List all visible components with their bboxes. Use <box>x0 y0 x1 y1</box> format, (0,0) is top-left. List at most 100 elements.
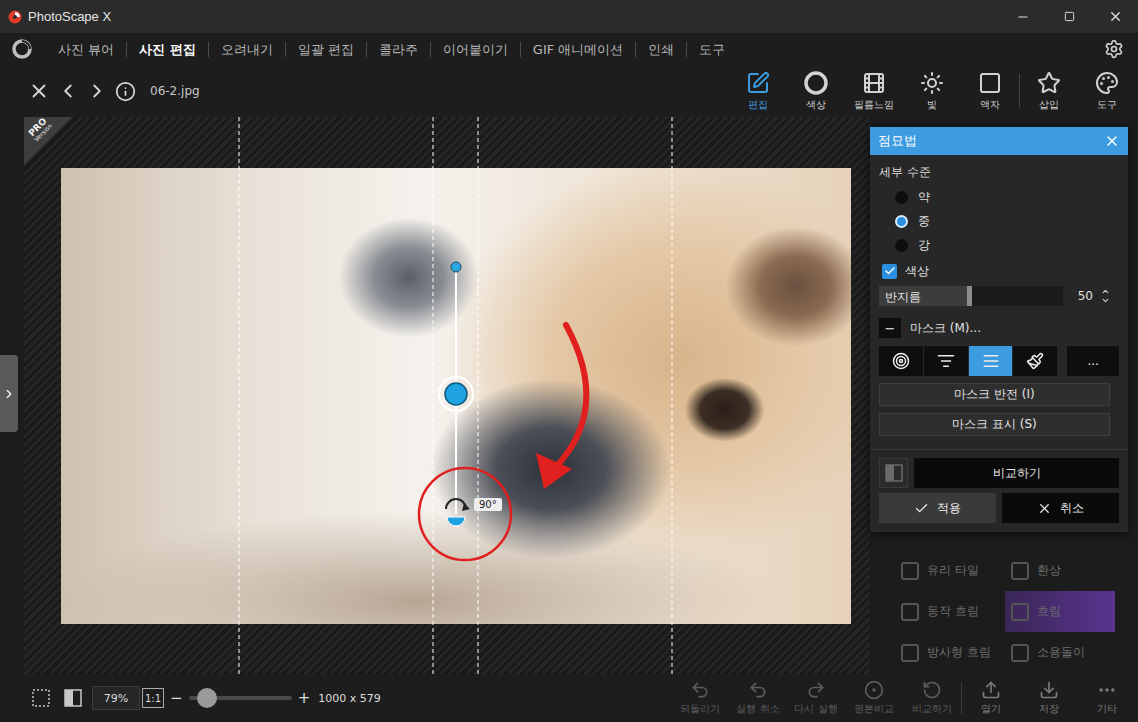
mask-mode-button[interactable] <box>879 346 923 376</box>
maximize-button[interactable] <box>1046 0 1092 33</box>
edit-icon <box>746 71 770 95</box>
band-mask-icon <box>982 352 1000 370</box>
menu-tab[interactable]: GIF 애니메이션 <box>520 42 636 57</box>
canvas-background <box>24 117 870 674</box>
zoom-slider[interactable] <box>189 696 292 700</box>
panel-divider <box>870 449 1128 450</box>
info-button[interactable] <box>111 76 140 106</box>
menu-tab[interactable]: 오려내기 <box>208 42 285 57</box>
photo[interactable] <box>61 168 851 624</box>
selection-icon[interactable] <box>31 688 51 708</box>
panel-close-button[interactable] <box>1104 133 1120 149</box>
maximize-icon <box>1064 11 1075 22</box>
radio-option[interactable]: 중 <box>879 209 1119 233</box>
action-button[interactable]: 다시 실행 <box>787 680 845 716</box>
zoom-field[interactable]: 79% <box>92 686 140 710</box>
compare-row: 비교하기 <box>879 458 1119 488</box>
color-checkbox[interactable]: 색상 <box>879 257 1119 285</box>
selection-button[interactable] <box>28 685 54 711</box>
menu-tab[interactable]: 도구 <box>686 42 737 57</box>
action-button[interactable]: 비교하기 <box>903 680 961 716</box>
guide-line <box>239 117 240 674</box>
rotation-label: 90° <box>474 498 502 511</box>
previous-button[interactable] <box>53 76 82 106</box>
handle-line <box>455 267 457 514</box>
home-logo-icon[interactable] <box>12 39 32 59</box>
compare-button[interactable]: 비교하기 <box>914 458 1119 488</box>
action-button[interactable]: 원본비교 <box>845 680 903 716</box>
tool-button[interactable]: 필름느낌 <box>845 71 903 112</box>
info-icon <box>115 81 136 102</box>
filter-item[interactable]: 방사형 흐림 <box>895 632 1005 673</box>
radio-option[interactable]: 약 <box>879 185 1119 209</box>
split-compare-icon[interactable] <box>63 688 83 708</box>
apply-button[interactable]: 적용 <box>879 493 996 523</box>
value-spinner[interactable] <box>1101 287 1110 305</box>
canvas: 90°PROVersion <box>0 117 870 674</box>
close-photo-button[interactable] <box>24 76 53 106</box>
tool-button[interactable]: 삽입 <box>1020 71 1078 112</box>
annotation-circle <box>419 468 511 560</box>
filter-item[interactable]: 동작 흐림 <box>895 591 1005 632</box>
tool-separator <box>1019 74 1020 108</box>
tool-button[interactable]: 색상 <box>787 71 845 112</box>
radio-option[interactable]: 강 <box>879 233 1119 257</box>
slider-thumb[interactable] <box>967 286 972 306</box>
next-button[interactable] <box>82 76 111 106</box>
zoom-thumb[interactable] <box>197 688 217 708</box>
radius-slider[interactable]: 반지름 <box>879 286 1063 306</box>
mask-mode-button[interactable] <box>1013 346 1057 376</box>
open-icon <box>981 680 1001 700</box>
end-handle[interactable] <box>451 262 461 272</box>
tool-button[interactable]: 액자 <box>961 71 1019 112</box>
action-button[interactable]: 저장 <box>1020 680 1078 716</box>
invert-mask-button[interactable]: 마스크 반전 (I) <box>879 383 1110 406</box>
action-button[interactable]: 열기 <box>962 680 1020 716</box>
mask-mode-button[interactable] <box>924 346 968 376</box>
tool-button[interactable]: 도구 <box>1078 71 1136 112</box>
show-mask-button[interactable]: 마스크 표시 (S) <box>879 413 1110 436</box>
filter-icon <box>901 562 919 580</box>
actual-size-button[interactable]: 1:1 <box>142 688 164 708</box>
slider-label: 반지름 <box>885 289 921 306</box>
tool-button[interactable]: 빛 <box>903 71 961 112</box>
filter-item[interactable]: 환상 <box>1005 550 1115 591</box>
rotate-handle-icon[interactable] <box>446 499 470 526</box>
menu-tab[interactable]: 이어붙이기 <box>430 42 520 57</box>
mask-toggle-button[interactable]: − <box>879 318 901 338</box>
menu-tabs: 사진 뷰어사진 편집오려내기일괄 편집콜라주이어붙이기GIF 애니메이션인쇄도구 <box>46 42 737 57</box>
tool-button[interactable]: 편집 <box>729 71 787 112</box>
slider-value[interactable]: 50 <box>1069 289 1093 303</box>
side-panel-toggle[interactable] <box>0 355 18 432</box>
guide-line <box>478 117 479 674</box>
menu-tab[interactable]: 인쇄 <box>635 42 686 57</box>
zoom-in-button[interactable]: + <box>298 689 311 707</box>
pointillism-panel: 점묘법세부 수준약중강색상반지름50−마스크 (M)......마스크 반전 (… <box>870 127 1128 532</box>
filter-item[interactable]: 흐림 <box>1005 591 1115 632</box>
settings-button[interactable] <box>1104 39 1124 59</box>
zoom-out-button[interactable]: − <box>170 689 183 707</box>
action-button[interactable]: 기타 <box>1078 680 1136 716</box>
menu-tab[interactable]: 콜라주 <box>366 42 430 57</box>
mask-mode-button[interactable] <box>969 346 1013 376</box>
filter-item[interactable]: 소용돌이 <box>1005 632 1115 673</box>
tool-group: 편집색상필름느낌빛액자삽입도구 <box>729 65 1138 117</box>
action-button[interactable]: 실행 취소 <box>729 680 787 716</box>
close-button[interactable] <box>1092 0 1138 33</box>
menu-tab[interactable]: 일괄 편집 <box>285 42 366 57</box>
menu-tab[interactable]: 사진 뷰어 <box>46 42 126 57</box>
close-icon <box>28 80 50 102</box>
original-compare-icon <box>864 680 884 700</box>
minimize-button[interactable] <box>1000 0 1046 33</box>
mask-more-button[interactable]: ... <box>1067 346 1119 376</box>
menu-tab[interactable]: 사진 편집 <box>126 42 208 57</box>
filter-item[interactable]: 유리 타일 <box>895 550 1005 591</box>
window-title: PhotoScape X <box>28 9 111 24</box>
compare-view-button[interactable] <box>60 685 86 711</box>
split-compare-button[interactable] <box>879 458 908 488</box>
chevron-left-icon <box>57 80 79 102</box>
split-compare-icon[interactable] <box>884 463 904 483</box>
center-handle[interactable] <box>445 383 467 405</box>
cancel-button[interactable]: 취소 <box>1002 493 1119 523</box>
action-button[interactable]: 되돌리기 <box>671 680 729 716</box>
